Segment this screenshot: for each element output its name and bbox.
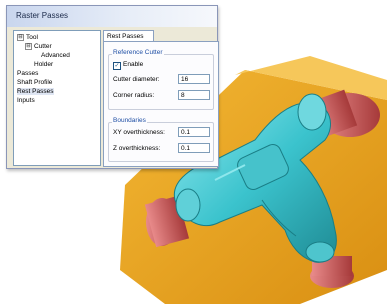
z-overthickness-label: Z overthickness:	[113, 145, 161, 152]
xy-overthickness-input[interactable]: 0.1	[178, 127, 210, 137]
tree-item-rest-passes[interactable]: Rest Passes	[17, 88, 54, 95]
enable-label: Enable	[123, 61, 144, 68]
settings-tree: ⊟ Tool ⊟ Cutter Advanced Holder Passes Sha…	[13, 30, 101, 166]
tree-item-advanced[interactable]: Advanced	[41, 52, 70, 59]
tree-item-tool[interactable]: ⊟ Tool	[17, 34, 38, 41]
tree-item-passes[interactable]: Passes	[17, 70, 38, 77]
tree-item-cutter[interactable]: ⊟ Cutter	[25, 43, 52, 50]
corner-radius-input[interactable]: 8	[178, 90, 210, 100]
tree-item-inputs[interactable]: Inputs	[17, 97, 35, 104]
collapse-icon[interactable]: ⊟	[17, 34, 24, 41]
enable-checkbox[interactable]: ✓	[113, 62, 121, 70]
boundaries-title: Boundaries	[112, 117, 147, 124]
xy-overthickness-label: XY overthickness:	[113, 129, 165, 136]
collapse-icon[interactable]: ⊟	[25, 43, 32, 50]
tree-item-holder[interactable]: Holder	[34, 61, 53, 68]
cutter-diameter-input[interactable]: 16	[178, 74, 210, 84]
z-overthickness-input[interactable]: 0.1	[178, 143, 210, 153]
corner-radius-label: Corner radius:	[113, 92, 155, 99]
cutter-diameter-label: Cutter diameter:	[113, 76, 160, 83]
rest-passes-panel: Reference Cutter ✓ Enable Cutter diamete…	[103, 41, 219, 167]
window-title: Raster Passes	[16, 11, 69, 20]
reference-cutter-title: Reference Cutter	[112, 49, 164, 56]
tree-item-shaft-profile[interactable]: Shaft Profile	[17, 79, 52, 86]
title-bar: Raster Passes	[7, 6, 217, 27]
raster-passes-dialog: Raster Passes ⊟ Tool ⊟ Cutter Advanced Hol…	[6, 5, 219, 169]
